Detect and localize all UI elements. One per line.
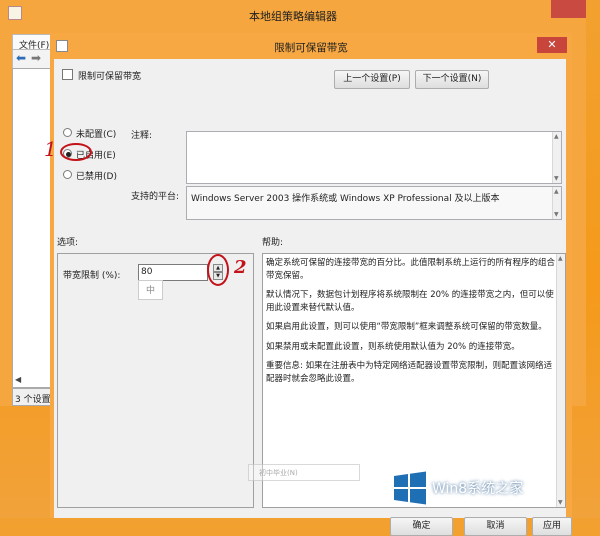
dialog-body: 限制可保留带宽 上一个设置(P) 下一个设置(N) 未配置(C) 已启用(E) …	[44, 59, 572, 536]
faint-overlay-text: 初中毕业(N)	[259, 469, 298, 477]
back-window-titlebar: 本地组策略编辑器	[0, 0, 586, 28]
help-text: 确定系统可保留的连接带宽的百分比。此值限制系统上运行的所有程序的组合带宽保留。 …	[266, 257, 556, 392]
ime-indicator: 中	[138, 280, 163, 300]
help-heading: 帮助:	[262, 238, 284, 248]
help-paragraph: 如果禁用或未配置此设置，则系统使用默认值为 20% 的连接带宽。	[266, 341, 520, 352]
previous-setting-button[interactable]: 上一个设置(P)	[334, 70, 410, 89]
supported-platform-label: 支持的平台:	[131, 192, 180, 202]
scroll-left-icon[interactable]: ◀	[15, 375, 21, 384]
setting-dialog: 限制可保留带宽 ✕ 限制可保留带宽 上一个设置(P) 下一个设置(N) 未配置(…	[44, 33, 572, 536]
dialog-title: 限制可保留带宽	[274, 42, 348, 54]
back-window-close-button[interactable]	[551, 0, 586, 18]
windows-logo-icon	[394, 471, 426, 505]
policy-tree-pane[interactable]: ◀	[12, 68, 52, 388]
platform-scrollbar[interactable]: ▲ ▼	[552, 187, 561, 219]
next-setting-button[interactable]: 下一个设置(N)	[415, 70, 489, 89]
help-paragraph: 默认情况下，数据包计划程序将系统限制在 20% 的连接带宽之内，但可以使用此设置…	[266, 290, 554, 313]
scroll-up-icon[interactable]: ▲	[558, 255, 563, 262]
setting-icon	[62, 69, 73, 80]
label-not-configured[interactable]: 未配置(C)	[76, 127, 116, 140]
comment-scrollbar[interactable]: ▲ ▼	[552, 132, 561, 183]
help-paragraph: 重要信息: 如果在注册表中为特定网络适配器设置带宽限制，则配置该网络适配器时就会…	[266, 361, 553, 384]
back-arrow-icon[interactable]: ⬅	[16, 51, 26, 65]
options-heading: 选项:	[57, 238, 79, 248]
label-disabled[interactable]: 已禁用(D)	[76, 169, 117, 182]
annotation-number-1: 1	[44, 137, 57, 161]
scroll-down-icon[interactable]: ▼	[554, 175, 559, 182]
comment-label: 注释:	[131, 131, 153, 141]
scroll-up-icon[interactable]: ▲	[554, 188, 559, 195]
help-paragraph: 如果启用此设置，则可以使用“带宽限制”框来调整系统可保留的带宽数量。	[266, 322, 547, 332]
options-panel: 带宽限制 (%): 80 ▲ ▼ 2 中	[57, 253, 254, 508]
faint-overlay-label: 初中毕业(N)	[248, 464, 360, 481]
scroll-down-icon[interactable]: ▼	[554, 211, 559, 218]
watermark: Win8系统之家	[392, 470, 562, 506]
radio-not-configured[interactable]	[63, 128, 72, 137]
setting-name: 限制可保留带宽	[78, 72, 142, 82]
dialog-titlebar[interactable]: 限制可保留带宽 ✕	[50, 33, 572, 59]
bandwidth-limit-input[interactable]: 80	[138, 264, 208, 281]
supported-platform-box: Windows Server 2003 操作系统或 Windows XP Pro…	[186, 186, 562, 220]
annotation-circle-1	[60, 143, 92, 161]
help-paragraph: 确定系统可保留的连接带宽的百分比。此值限制系统上运行的所有程序的组合带宽保留。	[266, 258, 556, 281]
back-window-title: 本地组策略编辑器	[249, 10, 337, 23]
annotation-number-2: 2	[234, 257, 247, 278]
status-text: 3 个设置	[15, 395, 51, 405]
apply-button[interactable]: 应用	[532, 517, 572, 536]
scroll-up-icon[interactable]: ▲	[554, 133, 559, 140]
back-toolbar: ⬅ ➡	[12, 50, 52, 68]
comment-textarea[interactable]: ▲ ▼	[186, 131, 562, 184]
radio-disabled[interactable]	[63, 170, 72, 179]
supported-platform-text: Windows Server 2003 操作系统或 Windows XP Pro…	[191, 194, 500, 204]
ok-button[interactable]: 确定	[390, 517, 453, 536]
watermark-text: Win8系统之家	[432, 481, 524, 497]
dialog-close-button[interactable]: ✕	[537, 37, 567, 53]
status-bar: 3 个设置	[12, 388, 52, 406]
annotation-circle-2	[207, 254, 229, 286]
bandwidth-limit-label: 带宽限制 (%):	[63, 271, 121, 281]
cancel-button[interactable]: 取消	[464, 517, 527, 536]
bandwidth-limit-value: 80	[141, 267, 153, 277]
forward-arrow-icon[interactable]: ➡	[31, 51, 41, 65]
